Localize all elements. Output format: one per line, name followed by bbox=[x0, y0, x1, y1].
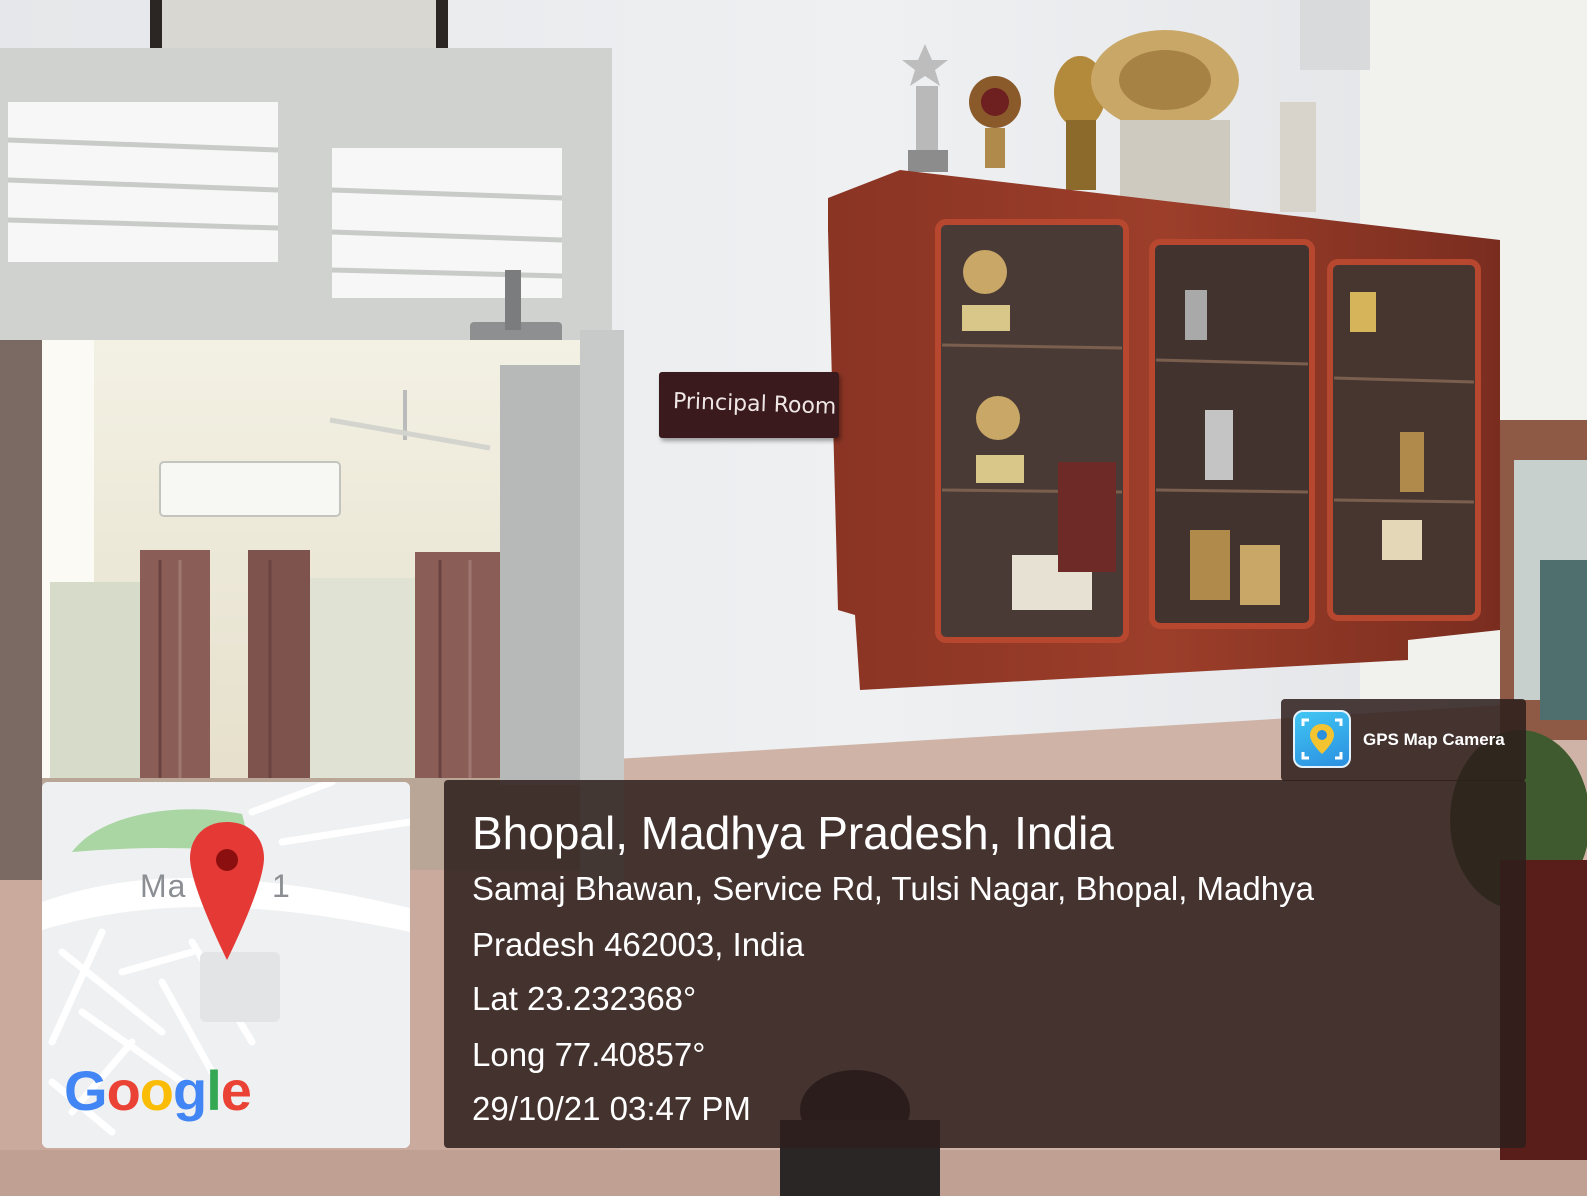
google-logo-letter: l bbox=[206, 1059, 222, 1122]
google-logo-letter: g bbox=[173, 1059, 207, 1122]
google-logo-letter: o bbox=[106, 1059, 141, 1122]
map-road-label: Ma 1 bbox=[140, 868, 290, 905]
latitude-text: Lat 23.232368° bbox=[472, 980, 697, 1017]
principal-room-sign: Principal Room bbox=[659, 372, 839, 438]
address-line-1: Samaj Bhawan, Service Rd, Tulsi Nagar, B… bbox=[472, 870, 1314, 907]
gps-map-camera-badge: GPS Map Camera bbox=[1281, 699, 1526, 781]
sign-text: Principal Room bbox=[672, 389, 837, 420]
google-logo: Google bbox=[64, 1058, 252, 1123]
location-info-panel: Bhopal, Madhya Pradesh, India Samaj Bhaw… bbox=[444, 780, 1526, 1148]
map-thumbnail[interactable]: Ma 1 Google bbox=[42, 782, 410, 1148]
camera-pin-icon bbox=[1293, 710, 1351, 768]
camera-pin-graphic bbox=[1301, 718, 1343, 760]
google-logo-letter: o bbox=[139, 1059, 174, 1122]
google-logo-letter: e bbox=[220, 1059, 252, 1122]
longitude-text: Long 77.40857° bbox=[472, 1036, 706, 1073]
address-line-2: Pradesh 462003, India bbox=[472, 926, 805, 963]
brand-name: GPS Map Camera bbox=[1363, 730, 1505, 749]
location-title: Bhopal, Madhya Pradesh, India bbox=[472, 807, 1114, 859]
timestamp-text: 29/10/21 03:47 PM bbox=[472, 1090, 751, 1127]
map-road-label-suffix: 1 bbox=[272, 868, 291, 904]
google-logo-letter: G bbox=[64, 1059, 108, 1122]
map-road-label-prefix: Ma bbox=[140, 868, 187, 904]
